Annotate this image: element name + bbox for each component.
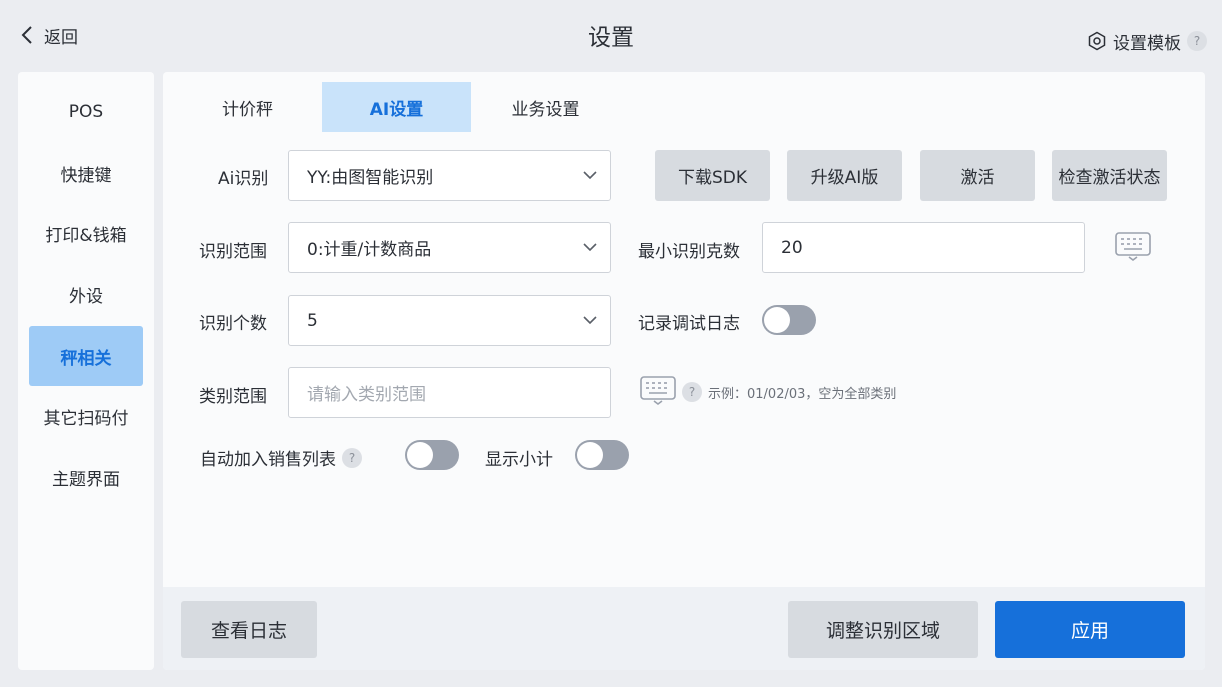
sidebar: POS 快捷键 打印&钱箱 外设 秤相关 其它扫码付 主题界面 bbox=[18, 72, 154, 670]
recognition-count-select[interactable]: 5 bbox=[288, 295, 611, 346]
sidebar-item-other-scan-pay[interactable]: 其它扫码付 bbox=[29, 386, 143, 446]
main-panel: 计价秤 AI设置 业务设置 Ai识别 YY:由图智能识别 下载SDK 升级AI版… bbox=[163, 72, 1205, 670]
toggle-knob bbox=[407, 442, 433, 468]
ai-recognition-select[interactable]: YY:由图智能识别 bbox=[288, 150, 611, 201]
sidebar-item-print-cashbox[interactable]: 打印&钱箱 bbox=[29, 203, 143, 263]
category-range-label: 类别范围 bbox=[199, 387, 267, 407]
check-activation-button[interactable]: 检查激活状态 bbox=[1052, 150, 1167, 201]
settings-template-button[interactable]: 设置模板 ? bbox=[1087, 29, 1207, 54]
chevron-down-icon bbox=[583, 171, 597, 180]
help-icon[interactable]: ? bbox=[682, 382, 702, 402]
tab-pricing-scale[interactable]: 计价秤 bbox=[173, 82, 322, 132]
activate-button[interactable]: 激活 bbox=[920, 150, 1035, 201]
min-grams-input[interactable]: 20 bbox=[762, 222, 1085, 273]
apply-button[interactable]: 应用 bbox=[995, 601, 1185, 658]
hexagon-gear-icon bbox=[1088, 31, 1106, 51]
keyboard-icon[interactable] bbox=[1115, 232, 1151, 262]
show-subtotal-toggle[interactable] bbox=[575, 440, 629, 470]
recognition-count-label: 识别个数 bbox=[199, 314, 267, 334]
toggle-knob bbox=[764, 307, 790, 333]
chevron-down-icon bbox=[583, 316, 597, 325]
recognition-range-select[interactable]: 0:计重/计数商品 bbox=[288, 222, 611, 273]
ai-recognition-value: YY:由图智能识别 bbox=[307, 168, 434, 188]
auto-add-label: 自动加入销售列表 bbox=[200, 450, 336, 470]
category-hint: ? 示例：01/02/03，空为全部类别 bbox=[682, 382, 896, 402]
auto-add-label-group: 自动加入销售列表 ? bbox=[200, 445, 362, 470]
footer-bar: 查看日志 调整识别区域 应用 bbox=[163, 587, 1205, 670]
download-sdk-button[interactable]: 下载SDK bbox=[655, 150, 770, 201]
page-title: 设置 bbox=[588, 25, 634, 51]
recognition-range-label: 识别范围 bbox=[199, 242, 267, 262]
settings-template-label: 设置模板 bbox=[1113, 33, 1181, 54]
keyboard-icon[interactable] bbox=[640, 376, 676, 406]
min-grams-label: 最小识别克数 bbox=[638, 242, 740, 262]
chevron-down-icon bbox=[583, 243, 597, 252]
tab-ai-settings[interactable]: AI设置 bbox=[322, 82, 471, 132]
sidebar-item-shortcuts[interactable]: 快捷键 bbox=[29, 143, 143, 203]
adjust-region-button[interactable]: 调整识别区域 bbox=[788, 601, 978, 658]
show-subtotal-label: 显示小计 bbox=[485, 450, 553, 470]
sidebar-item-pos[interactable]: POS bbox=[29, 82, 143, 142]
help-icon[interactable]: ? bbox=[1187, 31, 1207, 51]
category-hint-text: 示例：01/02/03，空为全部类别 bbox=[708, 386, 897, 402]
debug-log-toggle[interactable] bbox=[762, 305, 816, 335]
view-log-button[interactable]: 查看日志 bbox=[181, 601, 317, 658]
ai-recognition-label: Ai识别 bbox=[218, 169, 269, 189]
auto-add-toggle[interactable] bbox=[405, 440, 459, 470]
sidebar-item-scale[interactable]: 秤相关 bbox=[29, 326, 143, 386]
tab-business-settings[interactable]: 业务设置 bbox=[471, 82, 620, 132]
top-bar: 返回 设置 设置模板 ? bbox=[0, 0, 1222, 70]
recognition-count-value: 5 bbox=[307, 310, 318, 331]
help-icon[interactable]: ? bbox=[342, 447, 362, 468]
upgrade-ai-button[interactable]: 升级AI版 bbox=[787, 150, 902, 201]
sidebar-item-theme[interactable]: 主题界面 bbox=[29, 447, 143, 507]
debug-log-label: 记录调试日志 bbox=[638, 314, 740, 334]
category-range-input[interactable]: 请输入类别范围 bbox=[288, 367, 611, 418]
recognition-range-value: 0:计重/计数商品 bbox=[307, 240, 432, 260]
toggle-knob bbox=[577, 442, 603, 468]
sidebar-item-peripherals[interactable]: 外设 bbox=[29, 264, 143, 324]
